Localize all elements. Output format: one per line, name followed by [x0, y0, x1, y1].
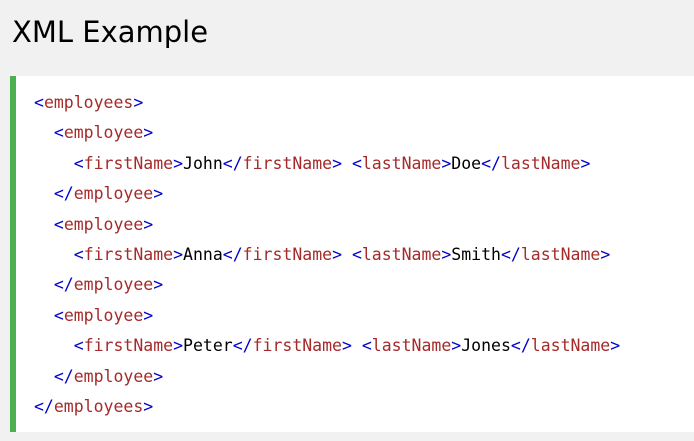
xml-bracket: < [73, 336, 84, 356]
xml-bracket: > [173, 244, 184, 264]
xml-tag-name: firstName [83, 153, 174, 173]
xml-bracket: > [441, 153, 452, 173]
code-example-box: <employees> <employee> <firstName>John</… [10, 76, 694, 432]
page-title: XML Example [12, 15, 209, 49]
code-line: </employee> [34, 179, 620, 209]
xml-bracket: </ [222, 153, 243, 173]
code-line: <employee> [34, 301, 620, 331]
xml-bracket: > [341, 336, 352, 356]
xml-bracket: > [173, 336, 184, 356]
xml-text [342, 154, 352, 173]
xml-bracket: > [332, 244, 342, 264]
xml-bracket: > [153, 184, 164, 204]
xml-tag-name: firstName [83, 244, 174, 264]
xml-bracket: > [451, 336, 462, 356]
xml-bracket: </ [222, 244, 243, 264]
code-block: <employees> <employee> <firstName>John</… [34, 88, 620, 422]
xml-bracket: > [153, 366, 164, 386]
page: XML Example <employees> <employee> <firs… [0, 0, 694, 441]
xml-text: John [183, 153, 223, 173]
code-line: <firstName>Peter</firstName> <lastName>J… [34, 331, 620, 361]
xml-text: Jones [461, 336, 511, 356]
xml-bracket: </ [53, 184, 74, 204]
xml-bracket: > [580, 153, 591, 173]
xml-tag-name: firstName [242, 153, 333, 173]
xml-text [352, 336, 362, 355]
code-line: <employee> [34, 118, 620, 148]
xml-tag-name: employees [53, 396, 144, 416]
xml-bracket: > [153, 275, 164, 295]
xml-bracket: > [143, 123, 154, 143]
xml-tag-name: employee [73, 275, 154, 295]
xml-tag-name: employee [63, 123, 144, 143]
xml-bracket: </ [500, 244, 521, 264]
xml-bracket: < [73, 244, 84, 264]
xml-tag-name: employee [73, 366, 154, 386]
xml-tag-name: lastName [500, 153, 581, 173]
code-line: <firstName>John</firstName> <lastName>Do… [34, 149, 620, 179]
xml-tag-name: lastName [361, 153, 442, 173]
code-line: </employee> [34, 270, 620, 300]
xml-bracket: < [34, 93, 44, 112]
xml-bracket: > [133, 93, 144, 112]
code-line: <employees> [34, 88, 620, 118]
xml-tag-name: employee [63, 305, 144, 325]
xml-text: Anna [183, 244, 223, 264]
xml-tag-name: lastName [520, 244, 601, 264]
code-line: </employees> [34, 392, 620, 422]
xml-bracket: < [53, 214, 64, 234]
xml-bracket: </ [232, 336, 253, 356]
code-line: <employee> [34, 210, 620, 240]
xml-bracket: < [351, 244, 362, 264]
xml-text: Smith [451, 244, 501, 264]
xml-tag-name: employees [43, 93, 134, 112]
xml-bracket: > [173, 153, 184, 173]
xml-tag-name: employee [63, 214, 144, 234]
xml-bracket: < [53, 305, 64, 325]
xml-bracket: < [73, 153, 84, 173]
xml-bracket: </ [510, 336, 531, 356]
xml-bracket: > [143, 305, 154, 325]
xml-bracket: </ [481, 153, 501, 173]
xml-text [342, 245, 352, 264]
xml-bracket: > [600, 244, 611, 264]
xml-bracket: < [351, 153, 362, 173]
xml-bracket: > [143, 396, 154, 416]
code-line: </employee> [34, 362, 620, 392]
xml-bracket: < [361, 336, 372, 356]
xml-bracket: < [53, 123, 64, 143]
xml-bracket: </ [34, 396, 54, 416]
xml-bracket: </ [53, 366, 74, 386]
xml-bracket: > [610, 336, 621, 356]
xml-bracket: > [441, 244, 452, 264]
xml-tag-name: firstName [252, 336, 342, 356]
xml-tag-name: employee [73, 184, 154, 204]
xml-tag-name: lastName [361, 244, 442, 264]
xml-tag-name: firstName [242, 244, 333, 264]
xml-tag-name: lastName [371, 336, 452, 356]
xml-text: Doe [451, 153, 482, 173]
code-line: <firstName>Anna</firstName> <lastName>Sm… [34, 240, 620, 270]
xml-bracket: > [332, 153, 342, 173]
xml-bracket: </ [53, 275, 74, 295]
xml-bracket: > [143, 214, 154, 234]
xml-tag-name: firstName [83, 336, 174, 356]
xml-tag-name: lastName [530, 336, 611, 356]
xml-text: Peter [183, 336, 233, 356]
